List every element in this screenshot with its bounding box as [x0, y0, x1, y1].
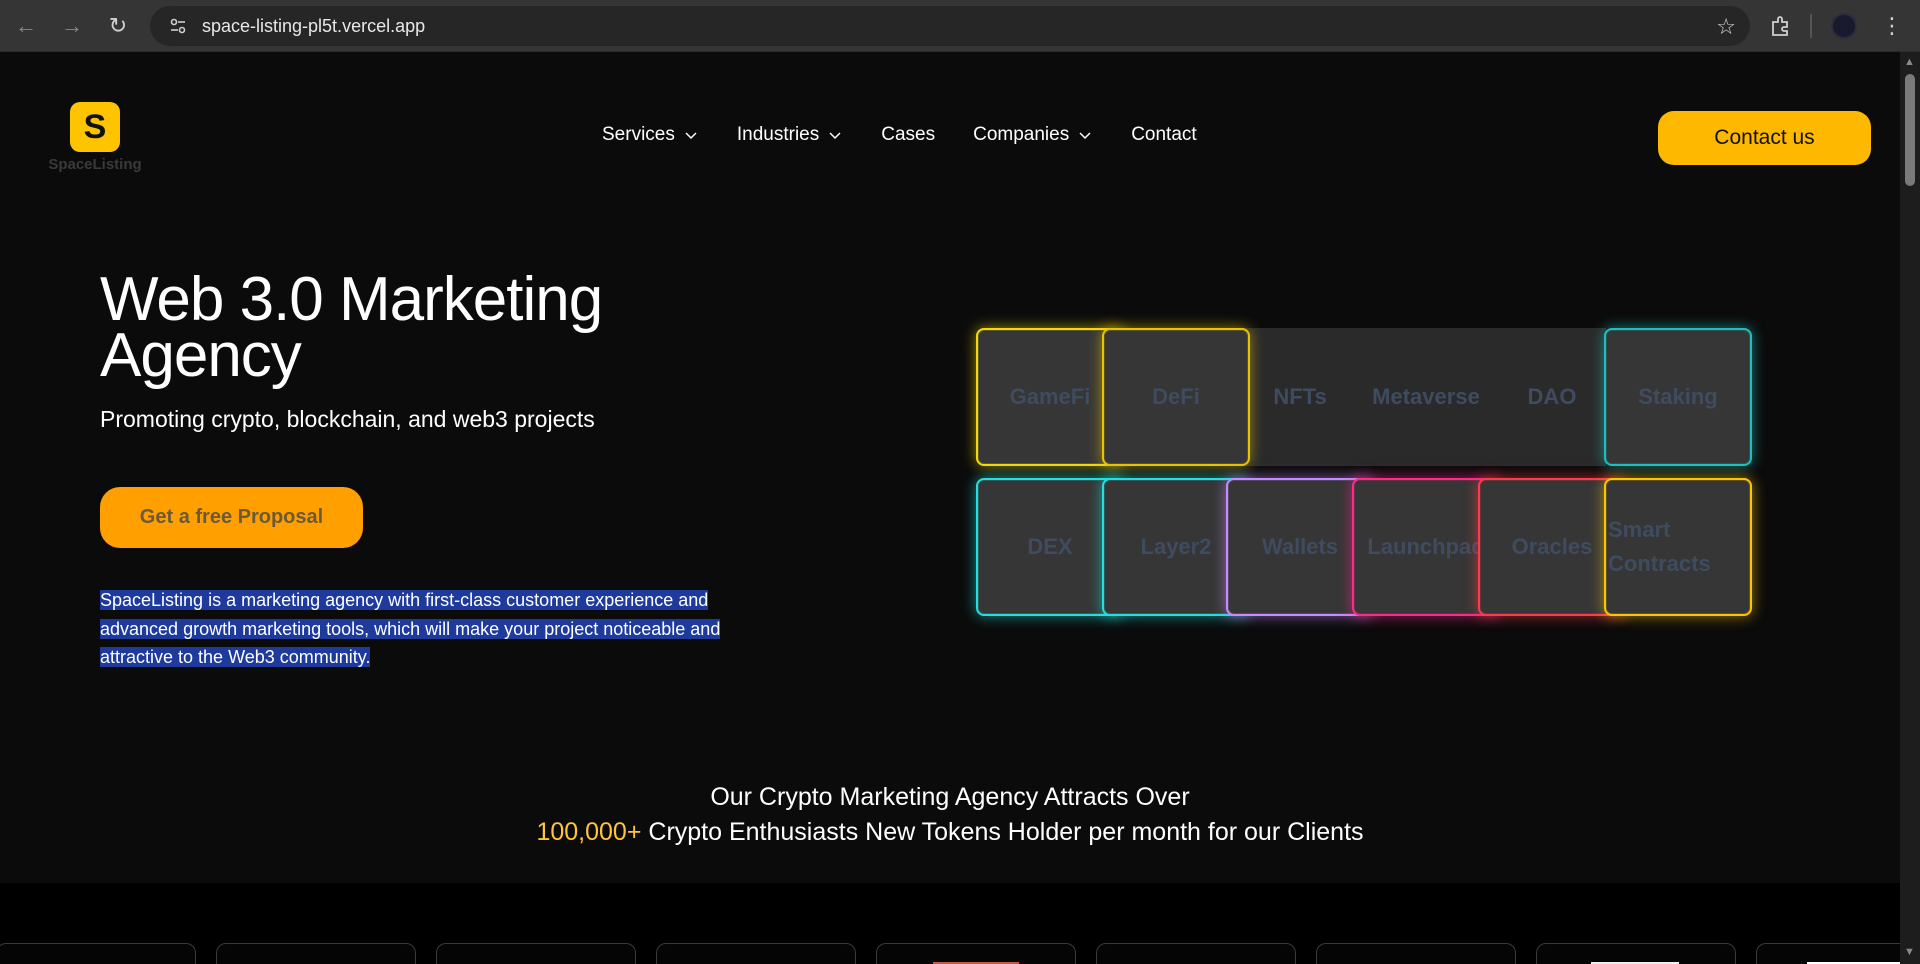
- reload-icon[interactable]: ↻: [100, 8, 136, 44]
- scroll-up-arrow-icon[interactable]: ▲: [1904, 56, 1915, 68]
- category-label: DEX: [1027, 534, 1073, 559]
- stats-highlight: 100,000+: [536, 818, 642, 846]
- menu-kebab-icon[interactable]: ⋮: [1874, 8, 1910, 44]
- nav-industries[interactable]: Industries: [737, 124, 843, 146]
- get-proposal-button[interactable]: Get a free Proposal: [100, 487, 363, 548]
- partner-card: [0, 943, 196, 964]
- partner-logo-strip: [0, 883, 1900, 964]
- nav-services[interactable]: Services: [602, 124, 699, 146]
- nav-cases[interactable]: Cases: [881, 124, 935, 146]
- nav-contact-label: Contact: [1131, 124, 1197, 145]
- category-label: Staking: [1638, 384, 1718, 409]
- logo-wordmark: SpaceListing: [48, 156, 142, 173]
- partner-card: [876, 943, 1076, 964]
- chevron-down-icon: [829, 132, 841, 140]
- category-label: GameFi: [1009, 384, 1091, 409]
- category-tile[interactable]: Smart Contracts: [1604, 478, 1752, 616]
- address-bar[interactable]: space-listing-pl5t.vercel.app ☆: [150, 6, 1750, 46]
- partner-card: [1756, 943, 1900, 964]
- web-page: S SpaceListing Services Industries Cases…: [0, 52, 1900, 964]
- category-label: Oracles: [1511, 534, 1593, 559]
- stats-line-1: Our Crypto Marketing Agency Attracts Ove…: [710, 783, 1190, 811]
- chevron-down-icon: [1079, 132, 1091, 140]
- contact-us-button[interactable]: Contact us: [1658, 111, 1871, 165]
- hero-subtitle: Promoting crypto, blockchain, and web3 p…: [100, 406, 595, 432]
- nav-services-label: Services: [602, 124, 675, 145]
- bookmark-star-icon[interactable]: ☆: [1716, 14, 1736, 40]
- category-tile[interactable]: Staking: [1604, 328, 1752, 466]
- category-label: Metaverse: [1372, 384, 1480, 409]
- category-label: DAO: [1527, 384, 1577, 409]
- category-label: NFTs: [1273, 384, 1327, 409]
- hero-title: Web 3.0 Marketing Agency: [100, 265, 603, 390]
- profile-avatar[interactable]: [1826, 8, 1862, 44]
- main-nav: Services Industries Cases Companies Cont…: [602, 124, 1197, 146]
- logo-mark: S: [70, 102, 120, 152]
- page-scrollbar[interactable]: ▲ ▼: [1900, 52, 1920, 964]
- scrollbar-thumb[interactable]: [1905, 74, 1915, 186]
- browser-toolbar: ← → ↻ space-listing-pl5t.vercel.app ☆ ⋮: [0, 0, 1920, 52]
- category-label: DeFi: [1152, 384, 1200, 409]
- back-icon[interactable]: ←: [8, 8, 44, 44]
- partner-card: [436, 943, 636, 964]
- stats-line-2: 100,000+ Crypto Enthusiasts New Tokens H…: [350, 815, 1550, 850]
- toolbar-divider: [1810, 14, 1812, 38]
- category-label: Launchpad: [1367, 534, 1485, 559]
- extensions-icon[interactable]: [1762, 8, 1798, 44]
- stats-heading: Our Crypto Marketing Agency Attracts Ove…: [350, 780, 1550, 850]
- nav-companies[interactable]: Companies: [973, 124, 1093, 146]
- category-label: Layer2: [1140, 534, 1212, 559]
- site-logo[interactable]: S SpaceListing: [40, 102, 150, 173]
- stats-line-2-text: Crypto Enthusiasts New Tokens Holder per…: [641, 818, 1364, 846]
- partner-card: [1096, 943, 1296, 964]
- site-settings-icon[interactable]: [158, 6, 198, 46]
- forward-icon[interactable]: →: [54, 8, 90, 44]
- hero-description: SpaceListing is a marketing agency with …: [100, 586, 740, 672]
- partner-card: [1536, 943, 1736, 964]
- url-text: space-listing-pl5t.vercel.app: [202, 15, 426, 36]
- chevron-down-icon: [685, 132, 697, 140]
- nav-companies-label: Companies: [973, 124, 1070, 145]
- partner-card: [1316, 943, 1516, 964]
- nav-cases-label: Cases: [881, 124, 936, 145]
- partner-card: [216, 943, 416, 964]
- nav-industries-label: Industries: [736, 124, 820, 145]
- selected-text: SpaceListing is a marketing agency with …: [100, 590, 721, 667]
- nav-contact[interactable]: Contact: [1131, 124, 1196, 146]
- category-label: Smart Contracts: [1608, 517, 1711, 576]
- category-label: Wallets: [1261, 534, 1339, 559]
- scroll-down-arrow-icon[interactable]: ▼: [1904, 946, 1915, 958]
- partner-card: [656, 943, 856, 964]
